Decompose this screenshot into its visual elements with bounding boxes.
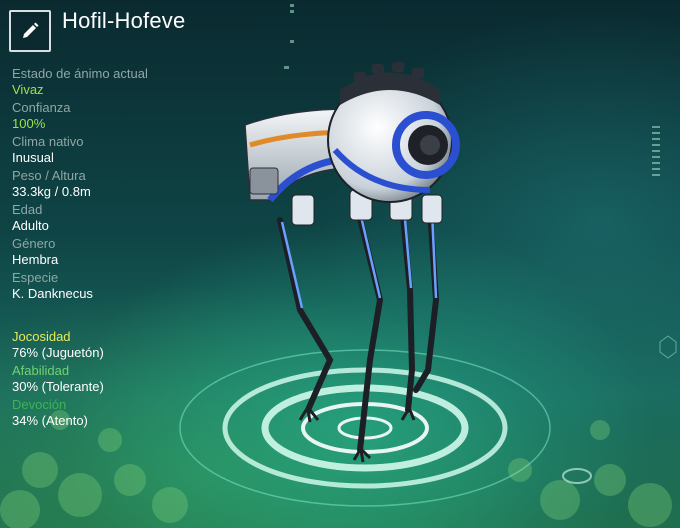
stat-label: Género	[12, 236, 56, 251]
stat-mood: Estado de ánimo actual Vivaz	[12, 66, 212, 98]
stat-trust: Confianza 100%	[12, 100, 212, 132]
personality-traits: Jocosidad 76% (Juguetón) Afabilidad 30% …	[12, 329, 212, 431]
stat-value: Hembra	[12, 252, 59, 267]
pencil-icon	[23, 22, 39, 38]
trait-label: Jocosidad	[12, 329, 71, 344]
trait-value: 76% (Juguetón)	[12, 345, 104, 360]
trait-label: Afabilidad	[12, 363, 70, 378]
trait-value: 30% (Tolerante)	[12, 379, 104, 394]
stat-value: K. Danknecus	[12, 286, 93, 301]
stat-age: Edad Adulto	[12, 202, 212, 234]
stat-label: Estado de ánimo actual	[12, 66, 148, 81]
stats-panel: Estado de ánimo actual Vivaz Confianza 1…	[12, 66, 212, 304]
stat-value: Inusual	[12, 150, 54, 165]
stat-label: Edad	[12, 202, 43, 217]
edit-name-button[interactable]	[9, 10, 51, 52]
creature-name: Hofil-Hofeve	[62, 8, 186, 33]
trait-devotion: Devoción 34% (Atento)	[12, 397, 212, 429]
stat-value: Adulto	[12, 218, 49, 233]
stat-value: 100%	[12, 116, 46, 131]
stat-label: Clima nativo	[12, 134, 84, 149]
header: Hofil-Hofeve	[9, 8, 186, 53]
stat-label: Especie	[12, 270, 59, 285]
trait-playfulness: Jocosidad 76% (Juguetón)	[12, 329, 212, 361]
trait-friendliness: Afabilidad 30% (Tolerante)	[12, 363, 212, 395]
stat-gender: Género Hembra	[12, 236, 212, 268]
stat-label: Confianza	[12, 100, 71, 115]
stat-climate: Clima nativo Inusual	[12, 134, 212, 166]
stat-species: Especie K. Danknecus	[12, 270, 212, 302]
trait-label: Devoción	[12, 397, 67, 412]
stat-value: 33.3kg / 0.8m	[12, 184, 91, 199]
creature-model	[244, 62, 460, 463]
stat-weight-height: Peso / Altura 33.3kg / 0.8m	[12, 168, 212, 200]
stat-label: Peso / Altura	[12, 168, 86, 183]
trait-value: 34% (Atento)	[12, 413, 88, 428]
stat-value: Vivaz	[12, 82, 44, 97]
